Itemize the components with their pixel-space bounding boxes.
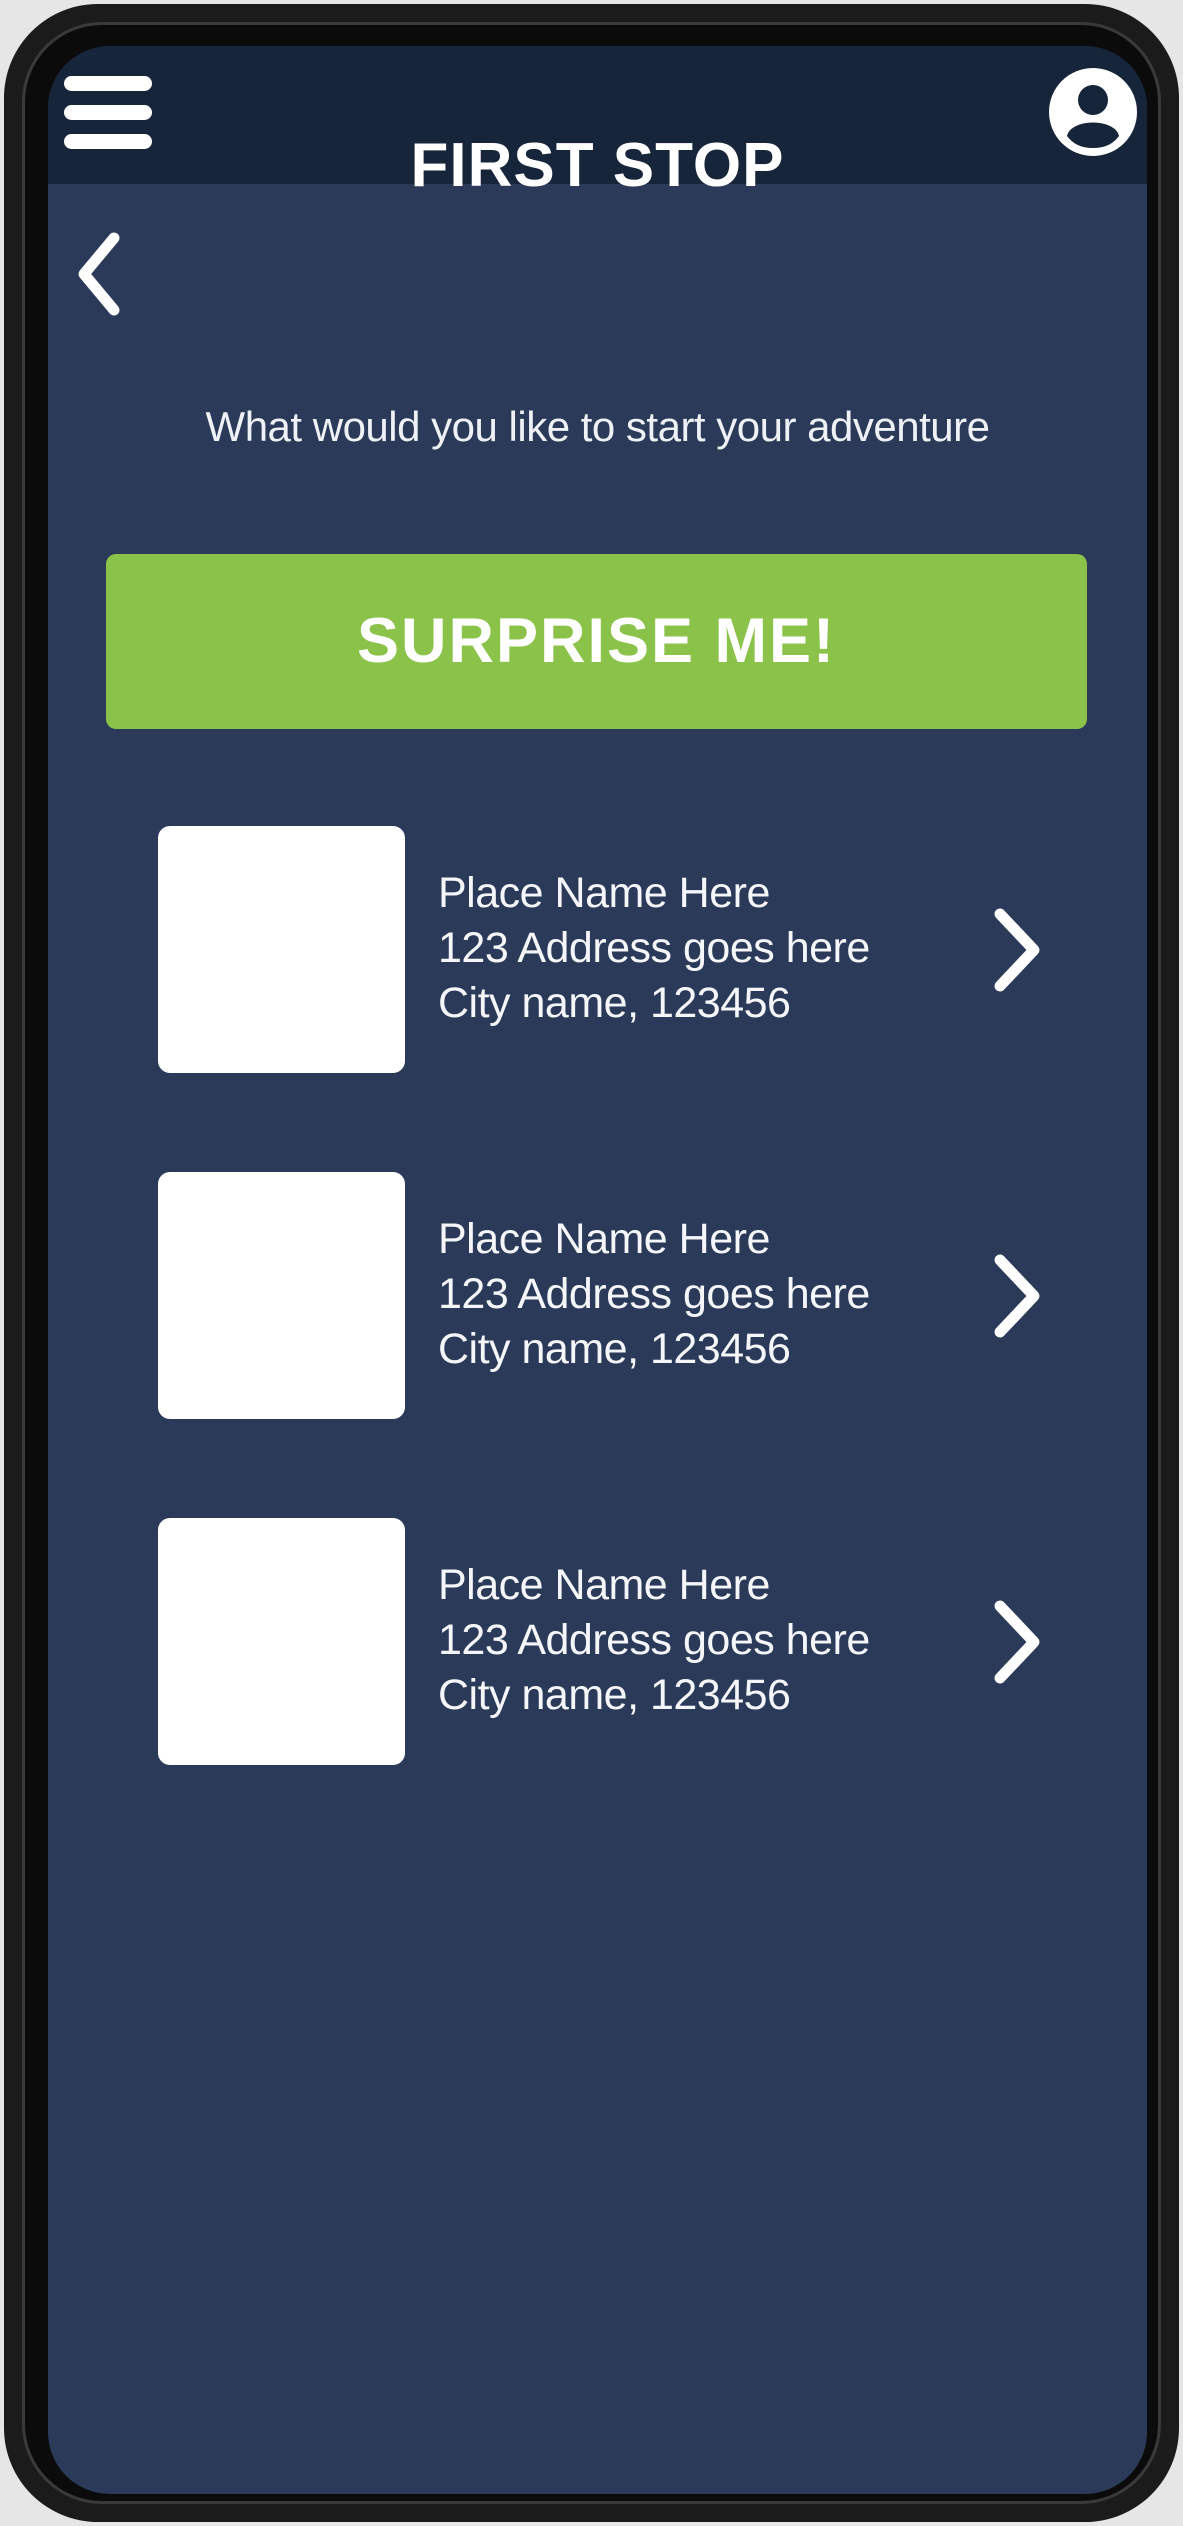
- chevron-right-icon[interactable]: [988, 900, 1048, 1000]
- place-name: Place Name Here: [438, 1561, 770, 1609]
- place-name: Place Name Here: [438, 869, 770, 917]
- place-details: Place Name Here 123 Address goes here Ci…: [438, 1212, 958, 1377]
- chevron-left-icon[interactable]: [68, 224, 132, 324]
- place-city: City name, 123456: [438, 1325, 791, 1373]
- page-subtitle: What would you like to start your advent…: [205, 403, 990, 450]
- place-city: City name, 123456: [438, 979, 791, 1027]
- place-city: City name, 123456: [438, 1671, 791, 1719]
- place-address: 123 Address goes here: [438, 1616, 870, 1664]
- place-list-item[interactable]: Place Name Here 123 Address goes here Ci…: [48, 1518, 1147, 1768]
- place-thumbnail: [158, 1518, 405, 1765]
- place-details: Place Name Here 123 Address goes here Ci…: [438, 866, 958, 1031]
- place-thumbnail: [158, 826, 405, 1073]
- place-thumbnail: [158, 1172, 405, 1419]
- chevron-right-icon[interactable]: [988, 1246, 1048, 1346]
- chevron-right-icon[interactable]: [988, 1592, 1048, 1692]
- page-title: FIRST STOP: [410, 131, 785, 200]
- surprise-me-button[interactable]: SURPRISE ME!: [106, 554, 1087, 729]
- place-address: 123 Address goes here: [438, 924, 870, 972]
- app-screen: FIRST STOP What would you like to start …: [48, 46, 1147, 2494]
- phone-frame: FIRST STOP What would you like to start …: [4, 4, 1179, 2522]
- page-header: [48, 184, 1147, 334]
- place-list-item[interactable]: Place Name Here 123 Address goes here Ci…: [48, 1172, 1147, 1422]
- place-details: Place Name Here 123 Address goes here Ci…: [438, 1558, 958, 1723]
- place-address: 123 Address goes here: [438, 1270, 870, 1318]
- place-name: Place Name Here: [438, 1215, 770, 1263]
- place-list-item[interactable]: Place Name Here 123 Address goes here Ci…: [48, 826, 1147, 1076]
